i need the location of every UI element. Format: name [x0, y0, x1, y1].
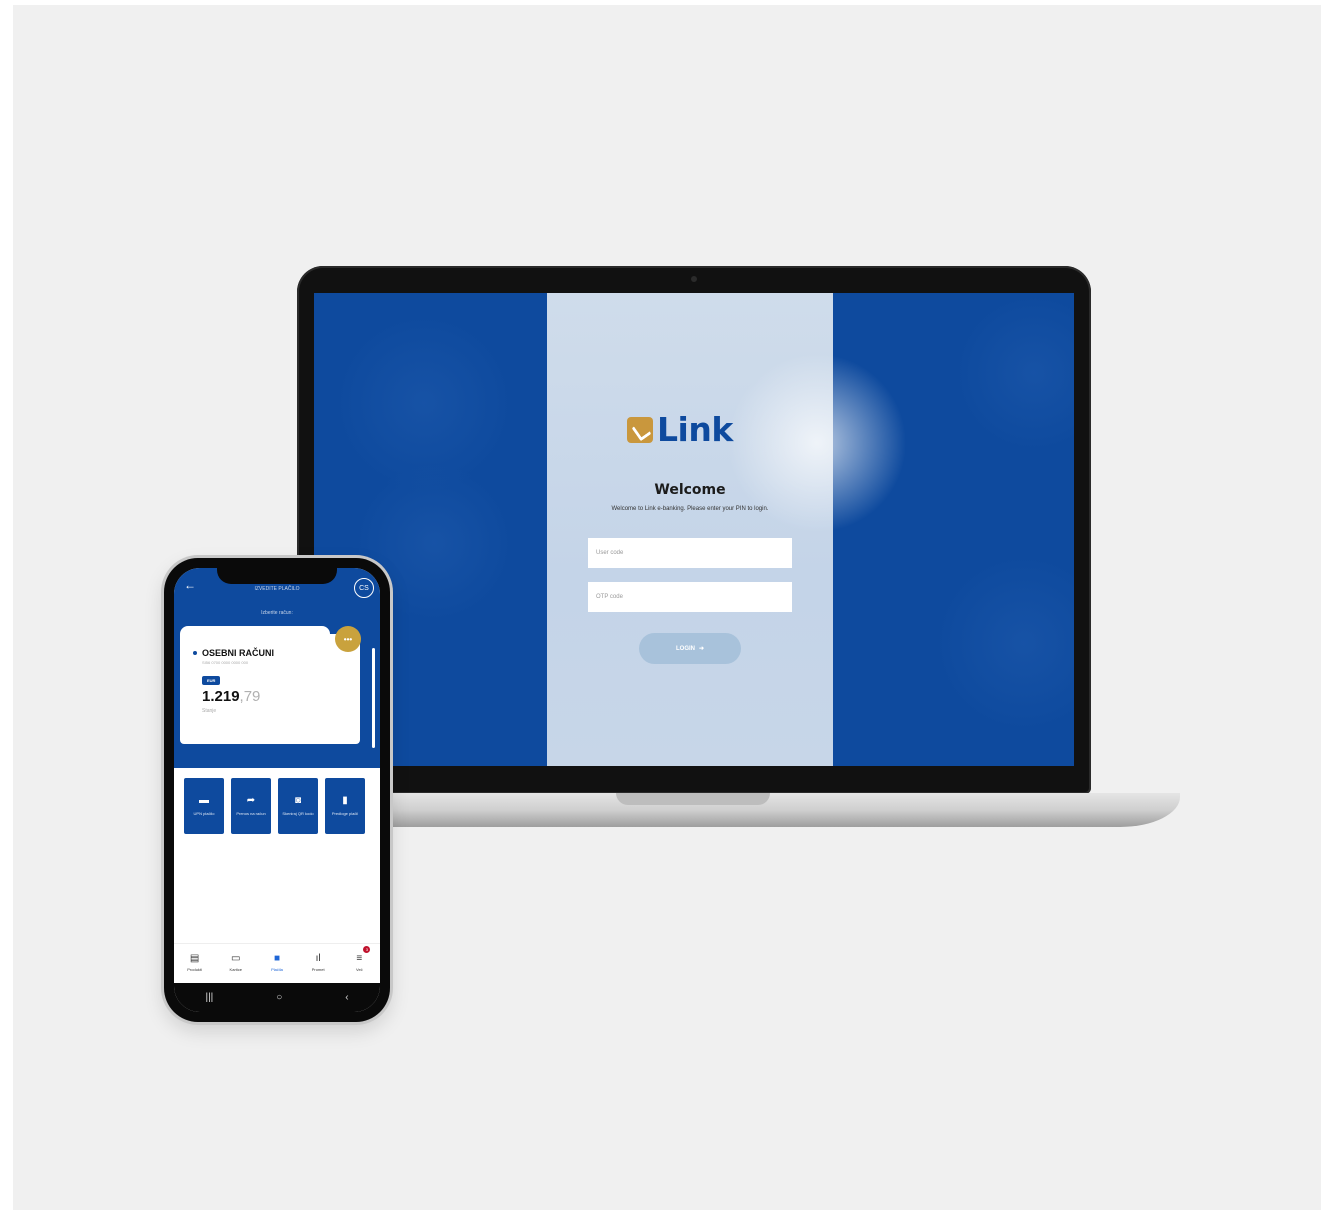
nav-label: Produkti — [187, 966, 202, 972]
recent-apps-icon[interactable]: ||| — [205, 992, 213, 1003]
arrow-right-icon: ➜ — [698, 646, 705, 652]
nav-label: Plačila — [271, 966, 283, 972]
page-title: IZVEDITE PLAČILO — [254, 586, 300, 592]
account-card[interactable]: ••• OSEBNI RAČUNI SI56 0700 0000 0000 00… — [180, 626, 361, 744]
background-shape — [954, 293, 1074, 453]
notification-badge: 3 — [363, 946, 371, 953]
card-icon: ▭ — [231, 952, 241, 964]
action-label: UPN plačilo — [193, 810, 215, 816]
laptop-screen: Link Welcome Welcome to Link e-banking. … — [314, 293, 1074, 766]
balance-label: Stanje — [202, 708, 217, 714]
transfer-button[interactable]: ➦ Prenos na račun — [231, 778, 271, 834]
products-icon: ▤ — [189, 952, 200, 964]
back-icon[interactable]: ‹ — [345, 992, 348, 1003]
action-label: Skeniraj QR kodo — [282, 810, 314, 816]
currency-badge: EUR — [202, 676, 221, 685]
nav-item-payments[interactable]: ■ Plačila — [259, 944, 295, 981]
avatar[interactable]: CS — [354, 578, 374, 598]
balance-decimal: ,79 — [239, 688, 261, 705]
scrollbar[interactable] — [372, 648, 375, 748]
login-button[interactable]: LOGIN ➜ — [639, 633, 741, 664]
background-shape — [934, 553, 1074, 733]
nav-item-transactions[interactable]: ıl Promet — [300, 944, 336, 981]
nav-label: Promet — [311, 966, 325, 972]
balance-integer: 1.219 — [202, 688, 240, 705]
user-code-input[interactable]: User code — [588, 538, 792, 568]
bar-chart-icon: ıl — [315, 952, 321, 964]
otp-code-placeholder: OTP code — [596, 594, 623, 600]
phone-device: ← IZVEDITE PLAČILO CS Izberite račun: ••… — [164, 558, 390, 1022]
phone-notch — [217, 568, 337, 584]
upn-payment-button[interactable]: ▬ UPN plačilo — [184, 778, 224, 834]
brand-logo: Link — [627, 410, 733, 449]
otp-code-input[interactable]: OTP code — [588, 582, 792, 612]
wallet-icon: ■ — [273, 952, 280, 964]
wallet-icon: ▬ — [199, 794, 209, 806]
payment-templates-button[interactable]: ▮ Predloge plačil — [325, 778, 365, 834]
share-arrow-icon: ➦ — [246, 794, 256, 806]
more-options-button[interactable]: ••• — [335, 626, 361, 652]
laptop-camera — [691, 276, 697, 282]
nav-item-cards[interactable]: ▭ Kartice — [218, 944, 254, 981]
home-icon[interactable]: ○ — [276, 992, 282, 1003]
phone-screen: ← IZVEDITE PLAČILO CS Izberite račun: ••… — [174, 568, 380, 1012]
camera-icon: ◙ — [294, 794, 302, 806]
user-code-placeholder: User code — [596, 550, 624, 556]
phone-header: ← IZVEDITE PLAČILO CS Izberite račun: ••… — [174, 568, 380, 768]
brand-name: Link — [657, 410, 733, 449]
android-navigation-bar: ||| ○ ‹ — [174, 983, 380, 1012]
laptop-trackpad-notch — [616, 793, 770, 805]
welcome-subtitle: Welcome to Link e-banking. Please enter … — [611, 506, 769, 512]
nav-item-products[interactable]: ▤ Produkti — [177, 944, 213, 981]
login-button-label: LOGIN — [675, 645, 695, 652]
account-dot-icon — [193, 651, 197, 655]
bottom-navigation: ▤ Produkti ▭ Kartice ■ Plačila ıl Promet… — [174, 943, 380, 981]
action-label: Prenos na račun — [236, 810, 266, 816]
link-logo-icon — [627, 416, 653, 443]
account-iban: SI56 0700 0000 0000 000 — [202, 660, 249, 665]
account-balance: 1.219,79 — [202, 688, 260, 705]
account-title: OSEBNI RAČUNI — [202, 648, 275, 658]
payment-actions: ▬ UPN plačilo ➦ Prenos na račun ◙ Skenir… — [184, 778, 365, 834]
laptop-lid: Link Welcome Welcome to Link e-banking. … — [297, 266, 1091, 794]
action-label: Predloge plačil — [331, 810, 359, 816]
nav-label: Več — [356, 966, 363, 972]
nav-item-more[interactable]: ≡ Več 3 — [341, 944, 377, 981]
nav-label: Kartice — [229, 966, 242, 972]
clipboard-icon: ▮ — [342, 794, 348, 806]
menu-icon: ≡ — [356, 952, 363, 964]
welcome-title: Welcome — [654, 482, 726, 498]
page-subtitle: Izberite račun: — [261, 610, 293, 616]
laptop-base — [296, 793, 1180, 827]
login-panel: Link Welcome Welcome to Link e-banking. … — [547, 293, 907, 766]
scan-qr-button[interactable]: ◙ Skeniraj QR kodo — [278, 778, 318, 834]
